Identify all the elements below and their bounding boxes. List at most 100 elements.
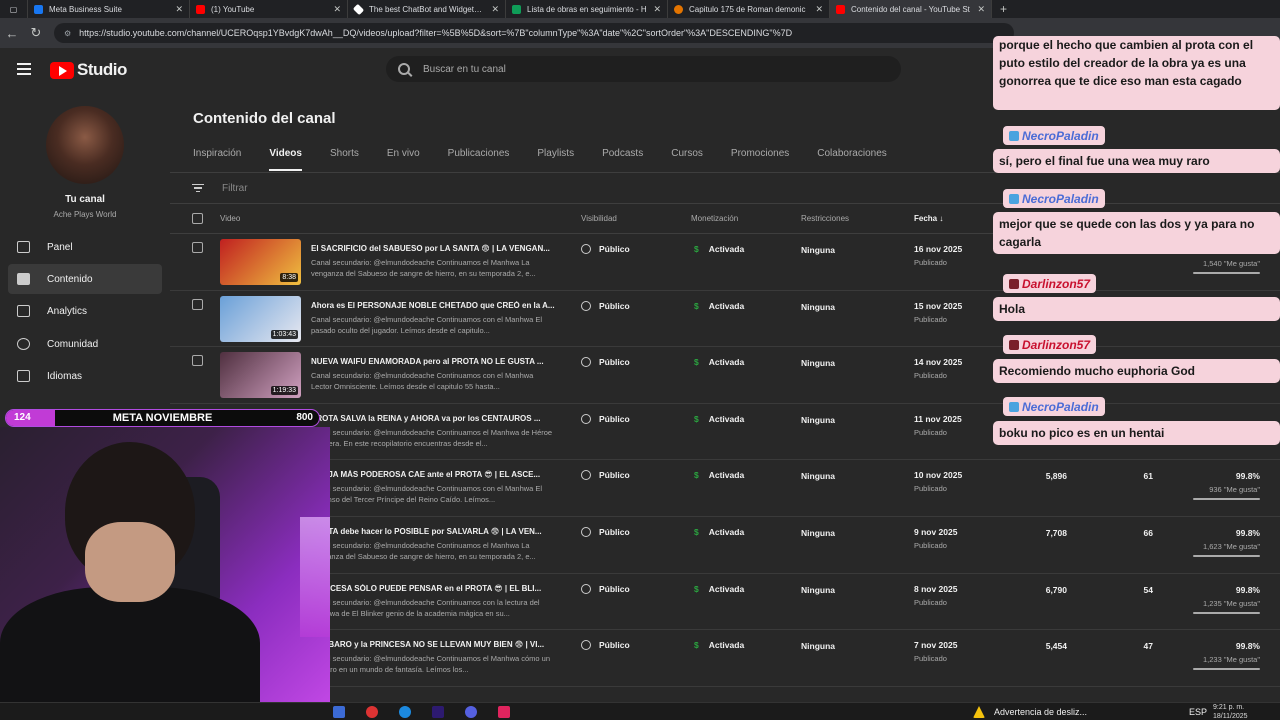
browser-tab[interactable]: Capitulo 175 de Roman demonic ✕ — [668, 0, 830, 18]
premiere-icon[interactable] — [432, 706, 444, 718]
tab-inspiration[interactable]: Inspiración — [193, 148, 241, 171]
video-thumbnail[interactable]: 1:19:33 — [220, 352, 301, 399]
visibility-cell[interactable]: Público — [581, 413, 630, 424]
row-checkbox[interactable] — [192, 355, 203, 367]
filter-input[interactable] — [222, 182, 354, 194]
video-title[interactable]: PRINCESA SÓLO PUEDE PENSAR en el PROTA 😎… — [311, 584, 556, 593]
tab-podcasts[interactable]: Podcasts — [602, 148, 643, 171]
row-checkbox[interactable] — [192, 298, 203, 310]
like-ratio-bar — [1193, 498, 1260, 501]
dashboard-icon — [17, 241, 30, 253]
row-checkbox[interactable] — [192, 242, 203, 253]
close-tab-icon[interactable]: ✕ — [491, 4, 499, 15]
stream-chat-overlay: porque el hecho que cambien al prota con… — [993, 36, 1280, 456]
monetization-cell[interactable]: $ Activada — [694, 301, 744, 311]
monetization-cell[interactable]: $ Activada — [694, 527, 744, 537]
back-icon[interactable]: ← — [0, 26, 24, 41]
visibility-cell[interactable]: Público — [581, 244, 630, 254]
close-tab-icon[interactable]: ✕ — [175, 4, 183, 15]
studio-logo[interactable]: Studio — [50, 60, 127, 80]
close-tab-icon[interactable]: ✕ — [333, 4, 341, 15]
column-monetization[interactable]: Monetización — [691, 214, 738, 223]
sort-down-icon[interactable]: ↓ — [939, 214, 943, 223]
visibility-cell[interactable]: Público — [581, 527, 630, 537]
browser-tab[interactable]: Meta Business Suite ✕ — [28, 0, 190, 18]
reload-icon[interactable]: ↻ — [24, 25, 48, 41]
table-row[interactable]: PROTA debe hacer lo POSIBLE por SALVARLA… — [170, 517, 1280, 574]
video-thumbnail[interactable]: 8:38 — [220, 239, 301, 285]
views-cell: 5,454 — [1045, 641, 1067, 652]
video-title[interactable]: PROTA debe hacer lo POSIBLE por SALVARLA… — [311, 527, 556, 536]
browser-tab[interactable]: The best ChatBot and Widgets fo ✕ — [348, 0, 506, 18]
notification-text[interactable]: Advertencia de desliz... — [994, 707, 1087, 717]
monetization-cell[interactable]: $ Activada — [694, 414, 744, 424]
menu-icon[interactable] — [17, 63, 31, 75]
browser-tab[interactable]: Lista de obras en seguimiento - H ✕ — [506, 0, 668, 18]
like-ratio-bar — [1193, 668, 1260, 671]
tab-live[interactable]: En vivo — [387, 148, 420, 171]
table-row[interactable]: BÁRBARO y la PRINCESA NO SE LLEVAN MUY B… — [170, 630, 1280, 687]
sidebar-item-content[interactable]: Contenido — [8, 264, 162, 294]
tab-courses[interactable]: Cursos — [671, 148, 703, 171]
video-title[interactable]: BRUJA MÁS PODEROSA CAE ante el PROTA 😎 |… — [311, 470, 556, 479]
site-info-icon[interactable]: ⚙ — [64, 29, 71, 38]
monetization-cell[interactable]: $ Activada — [694, 640, 744, 650]
tab-actions-icon[interactable]: ▢ — [0, 0, 28, 18]
video-title[interactable]: Ahora es El PERSONAJE NOBLE CHETADO que … — [311, 301, 556, 310]
visibility-cell[interactable]: Público — [581, 583, 630, 594]
language-indicator[interactable]: ESP — [1189, 707, 1207, 717]
video-title[interactable]: NUEVA WAIFU ENAMORADA pero al PROTA NO L… — [311, 357, 556, 366]
url-field[interactable]: ⚙ https://studio.youtube.com/channel/UCE… — [54, 23, 1014, 43]
table-row[interactable]: PRINCESA SÓLO PUEDE PENSAR en el PROTA 😎… — [170, 574, 1280, 631]
sidebar-item-analytics[interactable]: Analytics — [8, 296, 162, 326]
tab-videos[interactable]: Videos — [269, 148, 302, 171]
clock-time[interactable]: 9:21 p. m. — [1213, 704, 1244, 711]
visibility-cell[interactable]: Público — [581, 640, 630, 651]
video-title[interactable]: El SACRIFICIO del SABUESO por LA SANTA 😨… — [311, 244, 556, 253]
monetization-cell[interactable]: $ Activada — [694, 244, 744, 254]
search-input[interactable] — [423, 63, 823, 75]
column-visibility[interactable]: Visibilidad — [581, 214, 617, 223]
app-icon[interactable] — [333, 706, 345, 718]
new-tab-icon[interactable]: + — [992, 2, 1015, 16]
sidebar-item-panel[interactable]: Panel — [8, 232, 162, 262]
browser-tab[interactable]: (1) YouTube ✕ — [190, 0, 348, 18]
table-row[interactable]: BRUJA MÁS PODEROSA CAE ante el PROTA 😎 |… — [170, 460, 1280, 517]
content-tabs: Inspiración Videos Shorts En vivo Public… — [193, 148, 915, 171]
sidebar-item-community[interactable]: Comunidad — [8, 329, 162, 359]
filter-icon[interactable] — [192, 183, 204, 193]
visibility-cell[interactable]: Público — [581, 357, 630, 368]
publish-status: Publicado — [914, 371, 947, 381]
globe-icon — [581, 357, 591, 368]
channel-search[interactable] — [386, 56, 901, 82]
visibility-cell[interactable]: Público — [581, 470, 630, 481]
sidebar-item-languages[interactable]: Idiomas — [8, 361, 162, 391]
clock-date[interactable]: 18/11/2025 — [1213, 713, 1248, 720]
browser-tab-active[interactable]: Contenido del canal - YouTube St ✕ — [830, 0, 992, 18]
tab-shorts[interactable]: Shorts — [330, 148, 359, 171]
tiktok-icon[interactable] — [498, 706, 510, 718]
channel-avatar[interactable] — [46, 106, 124, 184]
edge-icon[interactable] — [399, 706, 411, 718]
tab-playlists[interactable]: Playlists — [537, 148, 574, 171]
tab-posts[interactable]: Publicaciones — [448, 148, 510, 171]
like-ratio: 99.8% — [1235, 471, 1260, 482]
close-tab-icon[interactable]: ✕ — [653, 4, 661, 15]
tab-collaborations[interactable]: Colaboraciones — [817, 148, 887, 171]
close-tab-icon[interactable]: ✕ — [977, 4, 985, 15]
visibility-cell[interactable]: Público — [581, 300, 630, 311]
video-title[interactable]: BÁRBARO y la PRINCESA NO SE LLEVAN MUY B… — [311, 640, 556, 649]
monetization-cell[interactable]: $ Activada — [694, 470, 744, 480]
monetization-cell[interactable]: $ Activada — [694, 584, 744, 594]
monetization-cell[interactable]: $ Activada — [694, 357, 744, 367]
video-title[interactable]: PROTA SALVA la REINA y AHORA va por los … — [311, 414, 556, 423]
app-icon[interactable] — [465, 706, 477, 718]
column-restrictions[interactable]: Restricciones — [801, 214, 849, 223]
tab-promotions[interactable]: Promociones — [731, 148, 789, 171]
column-date[interactable]: Fecha ↓ — [914, 214, 943, 223]
video-thumbnail[interactable]: 1:03:43 — [220, 295, 301, 342]
select-all-checkbox[interactable] — [192, 213, 203, 224]
app-icon[interactable] — [366, 706, 378, 718]
close-tab-icon[interactable]: ✕ — [815, 4, 823, 15]
search-icon[interactable] — [398, 63, 410, 75]
